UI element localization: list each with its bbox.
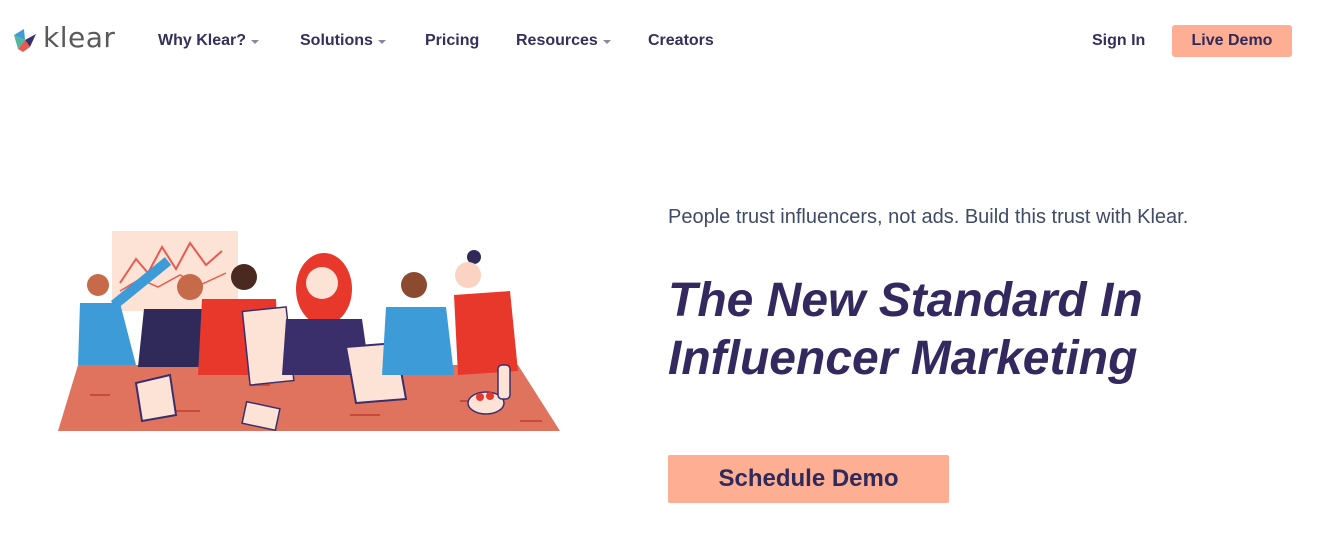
hero-headline-line-1: The New Standard In xyxy=(668,274,1143,327)
live-demo-button[interactable]: Live Demo xyxy=(1172,25,1292,57)
fruit xyxy=(486,392,494,400)
person-5-head xyxy=(401,272,427,298)
nav-creators-label: Creators xyxy=(648,32,714,49)
person-5-body xyxy=(382,307,454,375)
person-3-head xyxy=(231,264,257,290)
person-6-head xyxy=(455,262,481,288)
hero-tagline: People trust influencers, not ads. Build… xyxy=(668,206,1189,228)
nav-solutions-label: Solutions xyxy=(300,32,373,49)
person-6-body xyxy=(454,291,518,375)
person-1-body xyxy=(78,303,136,365)
klear-logo[interactable]: klear xyxy=(12,21,116,54)
nav-resources[interactable]: Resources xyxy=(516,32,611,50)
caret-down-icon xyxy=(377,39,386,44)
illustration-svg xyxy=(58,231,560,432)
top-navigation: klear Why Klear? Solutions Pricing Resou… xyxy=(0,0,1318,82)
schedule-demo-button[interactable]: Schedule Demo xyxy=(668,455,949,503)
nav-why-klear[interactable]: Why Klear? xyxy=(158,32,260,50)
hero-headline-line-2: Influencer Marketing xyxy=(668,332,1138,385)
hero-headline: The New Standard In Influencer Marketing xyxy=(668,272,1288,388)
team-meeting-illustration xyxy=(50,225,570,445)
person-6-bun xyxy=(467,250,481,264)
laptop-left xyxy=(134,373,178,423)
bottle xyxy=(497,364,511,400)
person-2-head xyxy=(177,274,203,300)
klear-logo-icon xyxy=(14,29,36,52)
nav-why-klear-label: Why Klear? xyxy=(158,32,247,49)
caret-down-icon xyxy=(251,39,260,44)
nav-pricing[interactable]: Pricing xyxy=(425,32,479,50)
nav-solutions[interactable]: Solutions xyxy=(300,32,386,50)
nav-creators[interactable]: Creators xyxy=(648,32,714,50)
person-1-head xyxy=(87,274,109,296)
caret-down-icon xyxy=(602,39,611,44)
logo-wordmark: klear xyxy=(43,21,116,54)
sign-in-label: Sign In xyxy=(1092,32,1146,49)
nav-resources-label: Resources xyxy=(516,32,598,49)
person-4-head xyxy=(306,267,338,299)
fruit xyxy=(476,393,484,401)
nav-pricing-label: Pricing xyxy=(425,32,480,49)
sign-in-link[interactable]: Sign In xyxy=(1092,32,1145,50)
